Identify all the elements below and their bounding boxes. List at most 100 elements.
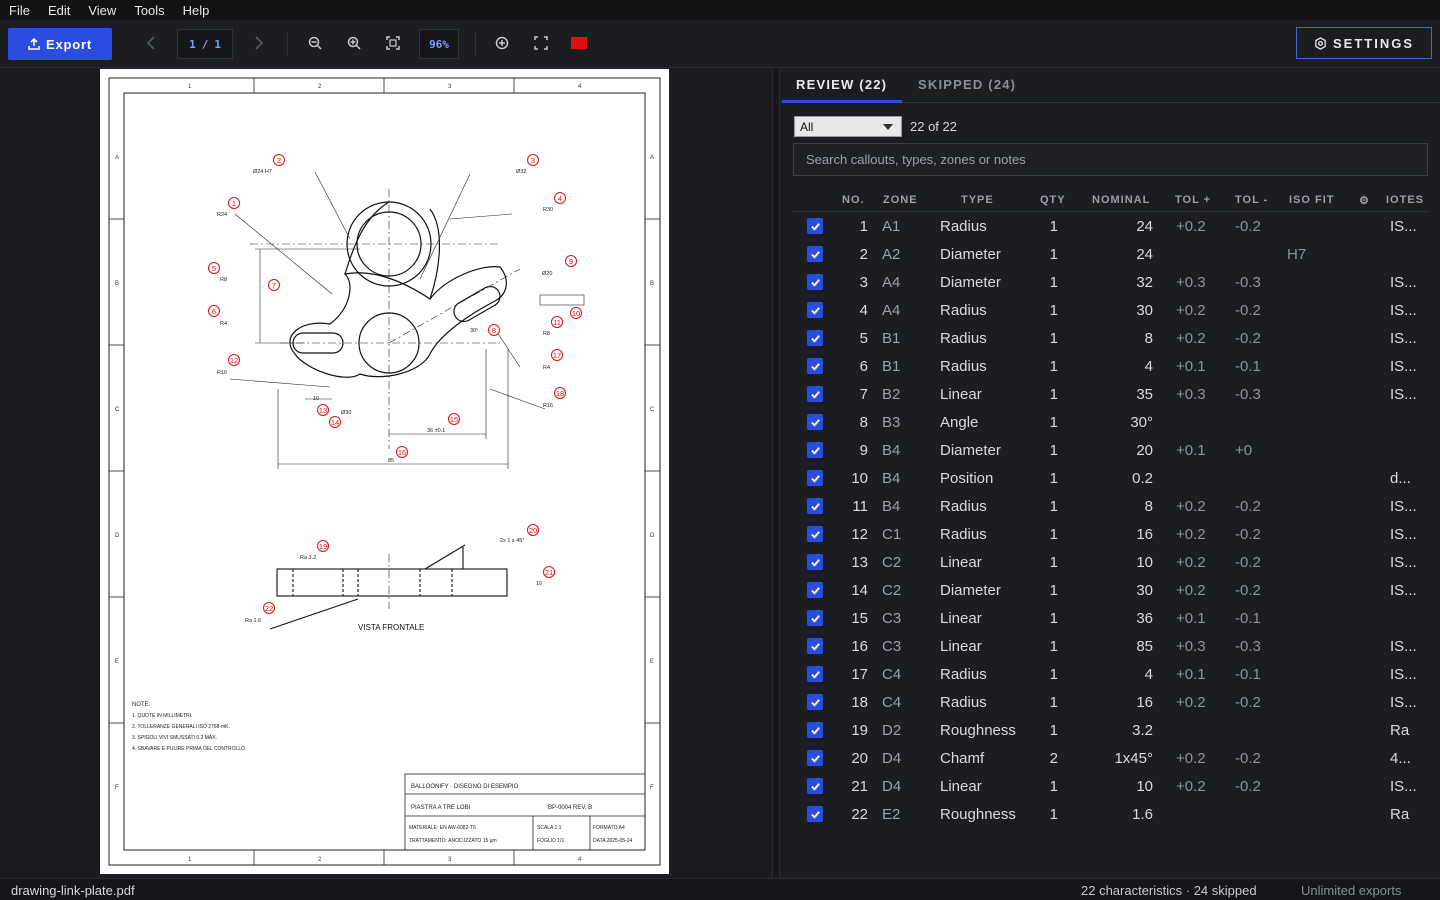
row-checkbox[interactable] [807,554,823,570]
row-checkbox[interactable] [807,246,823,262]
balloon[interactable]: 12 [228,354,240,366]
balloon[interactable]: 1 [228,197,240,209]
balloon[interactable]: 7 [268,279,280,291]
table-row[interactable]: 1 A1 Radius 1 24 +0.2 -0.2 IS... [793,212,1428,240]
row-checkbox[interactable] [807,582,823,598]
page-indicator[interactable]: 1 / 1 [177,29,233,59]
table-row[interactable]: 5 B1 Radius 1 8 +0.2 -0.2 IS... [793,324,1428,352]
select-region-icon[interactable] [528,30,554,56]
add-balloon-icon[interactable] [489,30,515,56]
row-checkbox[interactable] [807,302,823,318]
tab-review[interactable]: REVIEW (22) [796,77,887,92]
balloon[interactable]: 20 [527,524,539,536]
table-row[interactable]: 6 B1 Radius 1 4 +0.1 -0.1 IS... [793,352,1428,380]
table-row[interactable]: 18 C4 Radius 1 16 +0.2 -0.2 IS... [793,688,1428,716]
row-checkbox[interactable] [807,442,823,458]
table-row[interactable]: 19 D2 Roughness 1 3.2 Ra [793,716,1428,744]
row-checkbox[interactable] [807,414,823,430]
row-checkbox[interactable] [807,470,823,486]
table-row[interactable]: 10 B4 Position 1 0.2 d... [793,464,1428,492]
balloon[interactable]: 14 [329,416,341,428]
col-settings-icon[interactable]: ⚙ [1359,194,1370,207]
col-type[interactable]: TYPE [961,194,994,206]
menu-view[interactable]: View [79,3,125,18]
export-button[interactable]: Export [8,28,112,60]
menu-file[interactable]: File [0,3,39,18]
table-row[interactable]: 3 A4 Diameter 1 32 +0.3 -0.3 IS... [793,268,1428,296]
menu-tools[interactable]: Tools [125,3,173,18]
row-checkbox[interactable] [807,750,823,766]
balloon[interactable]: 22 [263,602,275,614]
row-checkbox[interactable] [807,386,823,402]
table-row[interactable]: 2 A2 Diameter 1 24 H7 [793,240,1428,268]
zoom-level[interactable]: 96% [419,29,459,59]
col-no[interactable]: NO. [842,194,865,206]
annotation-color-swatch[interactable] [571,37,587,49]
row-checkbox[interactable] [807,666,823,682]
row-checkbox[interactable] [807,526,823,542]
balloon[interactable]: 21 [543,566,555,578]
table-row[interactable]: 21 D4 Linear 1 10 +0.2 -0.2 IS... [793,772,1428,800]
table-row[interactable]: 7 B2 Linear 1 35 +0.3 -0.3 IS... [793,380,1428,408]
row-checkbox[interactable] [807,778,823,794]
search-input[interactable]: Search callouts, types, zones or notes [793,143,1428,176]
balloon[interactable]: 13 [317,404,329,416]
pane-splitter[interactable] [772,68,780,878]
balloon[interactable]: 5 [208,262,220,274]
table-row[interactable]: 11 B4 Radius 1 8 +0.2 -0.2 IS... [793,492,1428,520]
balloon[interactable]: 17 [551,349,563,361]
document-viewer[interactable]: 1 2 3 4 1 2 3 4 A B C D E F A B C D E F [0,68,772,878]
row-checkbox[interactable] [807,498,823,514]
row-checkbox[interactable] [807,330,823,346]
filter-select[interactable]: All [794,116,902,137]
table-row[interactable]: 14 C2 Diameter 1 30 +0.2 -0.2 IS... [793,576,1428,604]
balloon[interactable]: 3 [527,154,539,166]
row-checkbox[interactable] [807,806,823,822]
row-checkbox[interactable] [807,218,823,234]
table-row[interactable]: 16 C3 Linear 1 85 +0.3 -0.3 IS... [793,632,1428,660]
table-row[interactable]: 8 B3 Angle 1 30° [793,408,1428,436]
balloon[interactable]: 19 [317,540,329,552]
table-row[interactable]: 17 C4 Radius 1 4 +0.1 -0.1 IS... [793,660,1428,688]
row-checkbox[interactable] [807,274,823,290]
balloon[interactable]: 6 [208,305,220,317]
balloon[interactable]: 16 [396,446,408,458]
tab-skipped[interactable]: SKIPPED (24) [918,77,1016,92]
settings-button[interactable]: SETTINGS [1296,27,1432,59]
zoom-in-icon[interactable] [341,30,367,56]
table-row[interactable]: 12 C1 Radius 1 16 +0.2 -0.2 IS... [793,520,1428,548]
balloon[interactable]: 18 [554,387,566,399]
next-page-icon[interactable] [246,30,272,56]
table-row[interactable]: 13 C2 Linear 1 10 +0.2 -0.2 IS... [793,548,1428,576]
col-notes[interactable]: IOTES [1386,194,1424,206]
balloon[interactable]: 9 [565,255,577,267]
row-checkbox[interactable] [807,694,823,710]
prev-page-icon[interactable] [138,30,164,56]
drawing-sheet[interactable]: 1 2 3 4 1 2 3 4 A B C D E F A B C D E F [100,69,669,874]
balloon[interactable]: 15 [448,413,460,425]
row-checkbox[interactable] [807,358,823,374]
col-qty[interactable]: QTY [1040,194,1066,206]
menu-help[interactable]: Help [174,3,219,18]
table-row[interactable]: 9 B4 Diameter 1 20 +0.1 +0 [793,436,1428,464]
row-checkbox[interactable] [807,610,823,626]
balloon[interactable]: 4 [554,192,566,204]
col-zone[interactable]: ZONE [883,194,918,206]
table-row[interactable]: 22 E2 Roughness 1 1.6 Ra [793,800,1428,828]
fit-page-icon[interactable] [380,30,406,56]
table-row[interactable]: 4 A4 Radius 1 30 +0.2 -0.2 IS... [793,296,1428,324]
col-tol-minus[interactable]: TOL - [1235,194,1268,206]
table-row[interactable]: 20 D4 Chamf 2 1x45° +0.2 -0.2 4... [793,744,1428,772]
menu-edit[interactable]: Edit [39,3,79,18]
balloon[interactable]: 11 [551,316,563,328]
row-checkbox[interactable] [807,638,823,654]
col-tol-plus[interactable]: TOL + [1175,194,1211,206]
balloon[interactable]: 2 [273,154,285,166]
table-row[interactable]: 15 C3 Linear 1 36 +0.1 -0.1 [793,604,1428,632]
col-nominal[interactable]: NOMINAL [1092,194,1150,206]
balloon[interactable]: 8 [488,324,500,336]
balloon[interactable]: 10 [570,307,582,319]
col-iso-fit[interactable]: ISO FIT [1289,194,1335,206]
zoom-out-icon[interactable] [302,30,328,56]
row-checkbox[interactable] [807,722,823,738]
